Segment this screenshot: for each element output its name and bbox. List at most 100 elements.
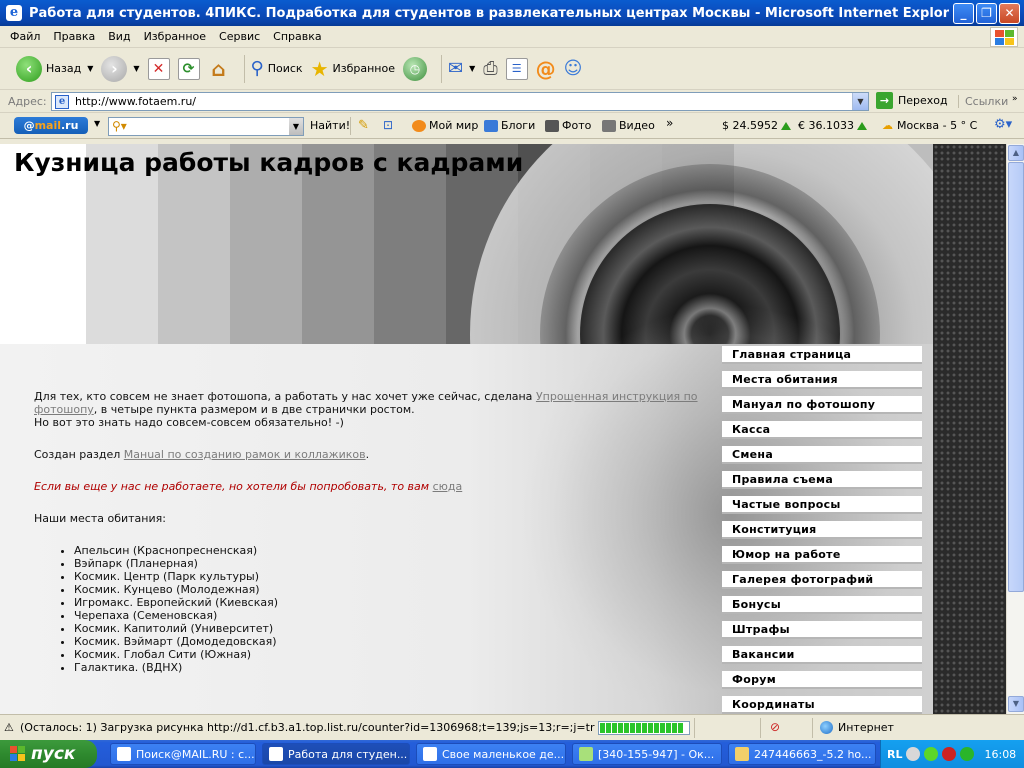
close-button[interactable]: ✕ [999, 3, 1020, 24]
pencil-icon[interactable]: ✎ [358, 118, 369, 133]
favorites-label: Избранное [332, 62, 395, 75]
tray-antivirus-icon[interactable] [942, 747, 957, 761]
mailru-search-input[interactable]: ⚲▾ ▼ [108, 117, 304, 136]
menu-edit[interactable]: Правка [53, 30, 95, 43]
address-dropdown-icon[interactable]: ▼ [852, 93, 868, 110]
frames-manual-link[interactable]: Манual по созданию рамок и коллажиков [124, 448, 366, 461]
nav-photoshop-manual[interactable]: Мануал по фотошопу [722, 396, 922, 414]
loading-progress-bar [598, 721, 690, 735]
nav-fines[interactable]: Штрафы [722, 621, 922, 639]
intro-paragraph: Для тех, кто совсем не знает фотошопа, а… [34, 390, 698, 416]
my-world-link[interactable]: Мой мир [412, 119, 478, 132]
edit-button[interactable]: ☰ [505, 57, 528, 80]
messenger-button[interactable]: ☺ [564, 58, 583, 79]
back-dropdown-icon[interactable]: ▼ [87, 64, 93, 73]
scroll-thumb[interactable] [1008, 162, 1024, 592]
task-small-business[interactable]: Свое маленькое де... [416, 743, 566, 765]
weather-icon: ☁ [882, 119, 893, 132]
tray-network-icon[interactable] [960, 747, 975, 761]
links-button[interactable]: Ссылки [958, 95, 1008, 108]
address-label: Адрес: [8, 94, 47, 108]
task-mail-search[interactable]: Поиск@MAIL.RU : с... [110, 743, 256, 765]
settings-icon[interactable]: ⚙▾ [994, 117, 1012, 132]
nav-bonuses[interactable]: Бонусы [722, 596, 922, 614]
nav-photo-gallery[interactable]: Галерея фотографий [722, 571, 922, 589]
tray-arrow-icon[interactable] [906, 747, 921, 761]
toolbar-separator [243, 54, 245, 83]
language-indicator[interactable]: RL [887, 748, 902, 761]
window-controls: _ ❐ ✕ [953, 3, 1020, 24]
ie-icon [117, 747, 131, 761]
chat-icon [579, 747, 593, 761]
refresh-button[interactable]: ⟳ [177, 57, 200, 80]
menu-tools[interactable]: Сервис [219, 30, 260, 43]
popup-blocker-icon[interactable]: ⊘ [770, 720, 780, 734]
go-button[interactable]: → Переход [876, 92, 948, 109]
menu-favorites[interactable]: Избранное [144, 30, 206, 43]
nav-shooting-rules[interactable]: Правила съема [722, 471, 922, 489]
home-button[interactable]: ⌂ [208, 57, 230, 81]
mail-button[interactable]: ✉ ▼ [448, 58, 475, 79]
address-url[interactable]: http://www.fotaem.ru/ [75, 95, 196, 108]
task-students-work[interactable]: Работа для студен... [262, 743, 410, 765]
mailru-logo[interactable]: @mail.ru [14, 117, 88, 134]
eur-rate[interactable]: € 36.1033 [798, 119, 867, 132]
start-button[interactable]: пуск [0, 740, 97, 768]
links-chevron-icon[interactable]: » [1012, 94, 1018, 104]
maximize-button[interactable]: ❐ [976, 3, 997, 24]
stop-icon: ✕ [147, 57, 170, 80]
forward-button[interactable]: › ▼ [101, 55, 140, 82]
blogs-icon [484, 119, 498, 132]
nav-forum[interactable]: Форум [722, 671, 922, 689]
video-link[interactable]: Видео [602, 119, 655, 132]
nav-places[interactable]: Места обитания [722, 371, 922, 389]
photo-link[interactable]: Фото [545, 119, 591, 132]
more-chevron-icon[interactable]: » [666, 116, 673, 130]
tray-icq-icon[interactable] [924, 747, 939, 761]
nav-contacts[interactable]: Координаты [722, 696, 922, 714]
forward-dropdown-icon[interactable]: ▼ [133, 64, 139, 73]
nav-cashbox[interactable]: Касса [722, 421, 922, 439]
mailru-button[interactable]: @ [536, 57, 556, 81]
back-button[interactable]: ‹ Назад ▼ [16, 55, 93, 82]
windows-logo-icon [990, 27, 1018, 47]
nav-shift[interactable]: Смена [722, 446, 922, 464]
nav-work-humor[interactable]: Юмор на работе [722, 546, 922, 564]
mailru-search-dropdown-icon[interactable]: ▼ [289, 118, 303, 135]
list-item: Игромакс. Европейский (Киевская) [74, 596, 704, 609]
scroll-up-icon[interactable]: ▲ [1008, 145, 1024, 161]
mailru-find-button[interactable]: Найти! [310, 119, 350, 132]
zoom-icon[interactable]: ⊡ [383, 118, 393, 132]
favorites-button[interactable]: ★ Избранное [311, 57, 395, 81]
history-button[interactable]: ◷ [402, 56, 427, 81]
window-titlebar[interactable]: e Работа для студентов. 4ПИКС. Подработк… [0, 0, 1024, 26]
list-item: Космик. Вэймарт (Домодедовская) [74, 635, 704, 648]
usd-rate[interactable]: $ 24.5952 [722, 119, 791, 132]
menu-view[interactable]: Вид [108, 30, 130, 43]
nav-faq[interactable]: Частые вопросы [722, 496, 922, 514]
vertical-scrollbar[interactable]: ▲ ▼ [1006, 144, 1024, 714]
menu-help[interactable]: Справка [273, 30, 321, 43]
nav-vacancies[interactable]: Вакансии [722, 646, 922, 664]
print-button[interactable]: ⎙ [483, 58, 497, 79]
task-chat-window[interactable]: [340-155-947] - Ок... [572, 743, 722, 765]
history-icon: ◷ [402, 56, 427, 81]
weather[interactable]: ☁ Москва - 5 ° C [882, 119, 977, 132]
list-item: Космик. Капитолий (Университет) [74, 622, 704, 635]
search-label: Поиск [267, 62, 303, 75]
refresh-icon: ⟳ [177, 57, 200, 80]
join-link[interactable]: сюда [433, 480, 463, 493]
blogs-link[interactable]: Блоги [484, 119, 535, 132]
stop-button[interactable]: ✕ [147, 57, 170, 80]
scroll-down-icon[interactable]: ▼ [1008, 696, 1024, 712]
nav-home[interactable]: Главная страница [722, 346, 922, 364]
address-input[interactable]: e http://www.fotaem.ru/ ▼ [51, 92, 869, 111]
menu-file[interactable]: Файл [10, 30, 40, 43]
list-item: Вэйпарк (Планерная) [74, 557, 704, 570]
task-folder[interactable]: 247446663_-5.2 ho... [728, 743, 876, 765]
nav-constitution[interactable]: Конституция [722, 521, 922, 539]
minimize-button[interactable]: _ [953, 3, 974, 24]
mailru-dropdown-icon[interactable]: ▼ [94, 119, 100, 128]
mail-dropdown-icon[interactable]: ▼ [469, 64, 475, 73]
search-button[interactable]: ⚲ Поиск [251, 58, 303, 79]
